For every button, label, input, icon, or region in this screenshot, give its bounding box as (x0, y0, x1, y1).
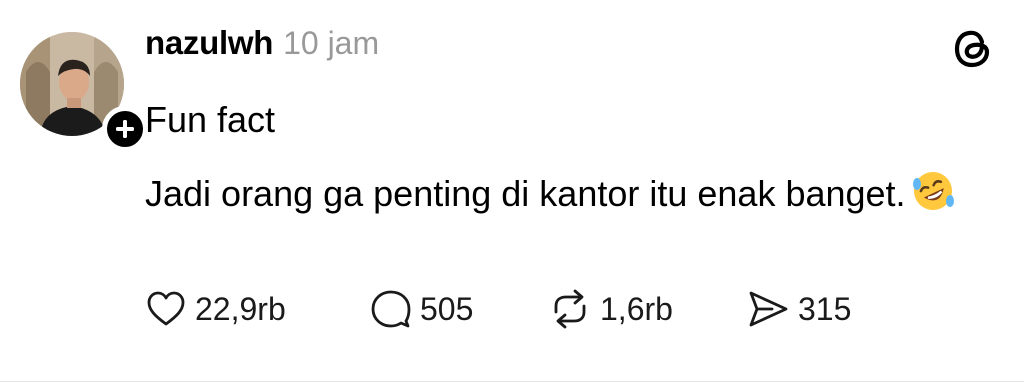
like-button[interactable]: 22,9rb (145, 288, 370, 330)
post-body: Fun fact Jadi orang ga penting di kantor… (145, 92, 985, 222)
repost-icon (554, 289, 586, 329)
username[interactable]: nazulwh (145, 24, 273, 62)
like-count: 22,9rb (195, 290, 286, 327)
share-count: 315 (798, 290, 852, 327)
post-actions: 22,9rb 505 1,6rb 315 (145, 284, 851, 334)
comment-bubble-icon (371, 290, 411, 328)
repost-count: 1,6rb (600, 290, 673, 327)
reply-count: 505 (420, 290, 474, 327)
follow-button[interactable] (102, 106, 148, 152)
post-timestamp: 10 jam (283, 25, 380, 61)
post-text-paragraph: Jadi orang ga penting di kantor itu enak… (145, 166, 985, 222)
author-avatar-container[interactable] (20, 32, 148, 152)
send-icon (749, 291, 788, 327)
threads-logo-icon[interactable] (950, 26, 996, 72)
post-text-line: Jadi orang ga penting di kantor itu enak… (145, 173, 906, 214)
rolling-on-floor-laughing-emoji (912, 172, 954, 210)
share-button[interactable]: 315 (746, 288, 851, 330)
post-text-line: Fun fact (145, 99, 276, 140)
plus-icon (116, 120, 134, 138)
thread-post: nazulwh 10 jam Fun fact Jadi orang ga pe… (0, 0, 1024, 382)
repost-button[interactable]: 1,6rb (548, 288, 746, 330)
heart-icon (147, 291, 185, 326)
post-header: nazulwh 10 jam (145, 24, 379, 76)
reply-button[interactable]: 505 (370, 288, 548, 330)
